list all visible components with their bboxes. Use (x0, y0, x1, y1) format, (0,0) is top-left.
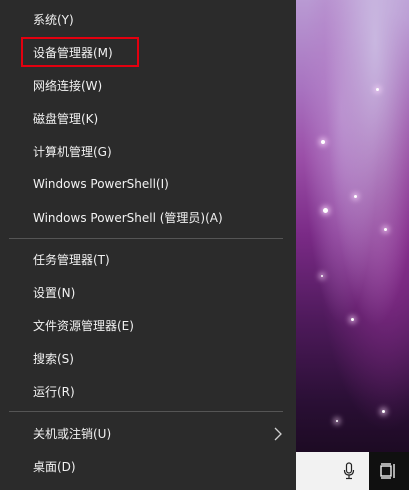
desktop-screen: 系统(Y) 设备管理器(M) 网络连接(W) 磁盘管理(K) 计算机管理(G) … (0, 0, 409, 490)
wallpaper-star (376, 88, 379, 91)
menu-item-label: 文件资源管理器(E) (33, 318, 134, 333)
menu-item-computer-management[interactable]: 计算机管理(G) (0, 135, 296, 167)
wallpaper-star (382, 410, 385, 413)
menu-item-shutdown-signout[interactable]: 关机或注销(U) (0, 417, 296, 449)
wallpaper-star (384, 228, 387, 231)
menu-item-label: 系统(Y) (33, 12, 74, 27)
wallpaper-star (321, 140, 325, 144)
wallpaper-star (323, 208, 328, 213)
menu-item-settings[interactable]: 设置(N) (0, 276, 296, 308)
menu-item-label: 设置(N) (33, 285, 76, 300)
menu-item-label: 计算机管理(G) (33, 144, 112, 159)
menu-item-label: 任务管理器(T) (33, 252, 110, 267)
menu-item-label: 运行(R) (33, 384, 75, 399)
task-view-button[interactable] (369, 452, 409, 490)
quick-link-menu: 系统(Y) 设备管理器(M) 网络连接(W) 磁盘管理(K) 计算机管理(G) … (0, 0, 296, 490)
menu-item-label: 搜索(S) (33, 351, 74, 366)
menu-item-label: Windows PowerShell(I) (33, 177, 169, 191)
wallpaper-star (321, 275, 323, 277)
taskbar (296, 452, 409, 490)
menu-item-desktop[interactable]: 桌面(D) (0, 450, 296, 482)
microphone-icon[interactable] (343, 462, 355, 480)
menu-item-search[interactable]: 搜索(S) (0, 342, 296, 374)
menu-item-disk-management[interactable]: 磁盘管理(K) (0, 102, 296, 134)
menu-item-system[interactable]: 系统(Y) (0, 3, 296, 35)
task-view-icon (380, 463, 398, 479)
menu-item-label: 网络连接(W) (33, 78, 103, 93)
menu-item-file-explorer[interactable]: 文件资源管理器(E) (0, 309, 296, 341)
chevron-right-icon (273, 426, 283, 441)
menu-item-powershell[interactable]: Windows PowerShell(I) (0, 168, 296, 200)
wallpaper-star (336, 420, 338, 422)
menu-item-powershell-admin[interactable]: Windows PowerShell (管理员)(A) (0, 201, 296, 233)
menu-item-label: Windows PowerShell (管理员)(A) (33, 210, 223, 225)
menu-item-run[interactable]: 运行(R) (0, 375, 296, 407)
menu-divider (9, 411, 283, 412)
menu-item-label: 桌面(D) (33, 459, 76, 474)
taskbar-search-box[interactable] (296, 452, 369, 490)
wallpaper-star (354, 195, 357, 198)
desktop-wallpaper (296, 0, 409, 490)
menu-item-label: 磁盘管理(K) (33, 111, 99, 126)
menu-item-network-connections[interactable]: 网络连接(W) (0, 69, 296, 101)
menu-item-label: 关机或注销(U) (33, 426, 112, 441)
menu-divider (9, 238, 283, 239)
highlight-annotation-box (21, 37, 139, 67)
menu-item-task-manager[interactable]: 任务管理器(T) (0, 243, 296, 275)
wallpaper-star (351, 318, 354, 321)
